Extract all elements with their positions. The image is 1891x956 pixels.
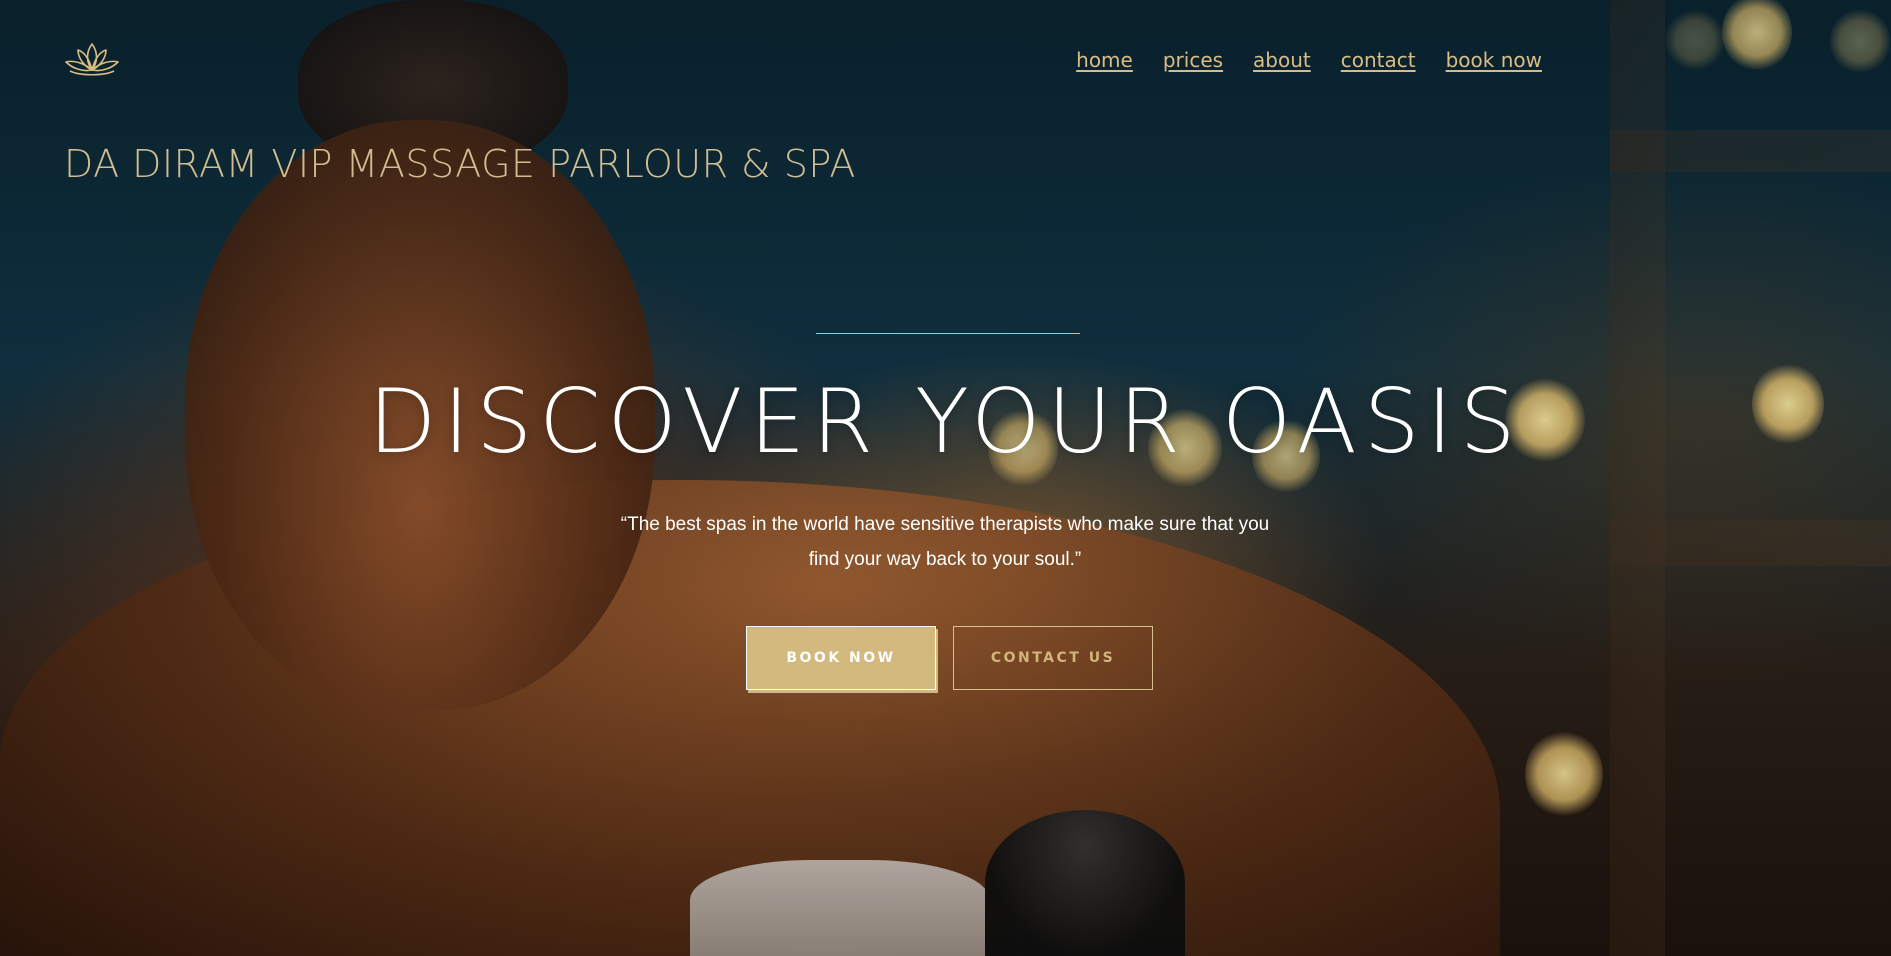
nav-about[interactable]: about: [1253, 48, 1311, 72]
lotus-icon[interactable]: [62, 40, 122, 80]
quote-line: “The best spas in the world have sensiti…: [620, 514, 1270, 535]
hero-section: home prices about contact book now DA DI…: [0, 0, 1891, 956]
quote-line: find your way back to your soul.”: [808, 549, 1082, 570]
nav-contact[interactable]: contact: [1341, 48, 1416, 72]
book-now-button[interactable]: BOOK NOW: [746, 626, 936, 690]
contact-us-button[interactable]: CONTACT US: [953, 626, 1153, 690]
hero-headline: DISCOVER YOUR OASIS: [368, 370, 1523, 473]
divider-line: [816, 333, 1080, 334]
hero-quote: “The best spas in the world have sensiti…: [595, 507, 1295, 577]
main-nav: home prices about contact book now: [1076, 48, 1542, 72]
nav-home[interactable]: home: [1076, 48, 1133, 72]
nav-prices[interactable]: prices: [1163, 48, 1223, 72]
nav-book-now[interactable]: book now: [1446, 48, 1542, 72]
site-title: DA DIRAM VIP MASSAGE PARLOUR & SPA: [64, 142, 856, 186]
